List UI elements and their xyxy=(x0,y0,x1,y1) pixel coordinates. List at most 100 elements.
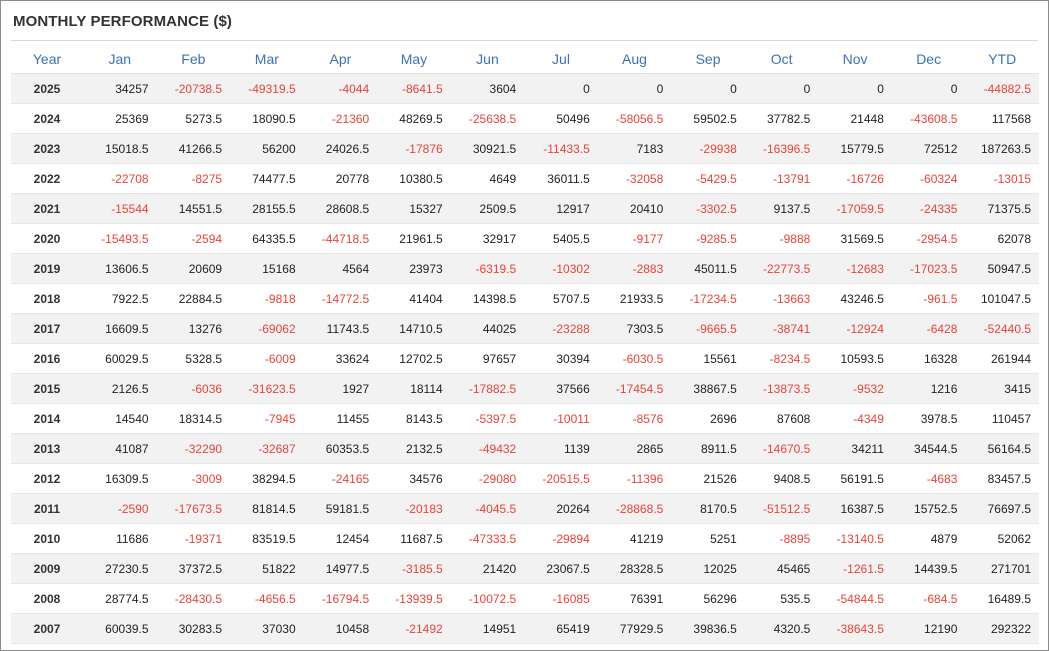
month-value-cell: 8143.5 xyxy=(377,403,451,434)
month-value-cell: 76391 xyxy=(597,583,672,614)
month-value-cell: 8911.5 xyxy=(671,433,745,464)
month-value-cell: -24165 xyxy=(303,463,378,494)
ytd-cell: 62078 xyxy=(965,223,1039,254)
month-value-cell: 60039.5 xyxy=(83,613,157,644)
month-value-cell: 37782.5 xyxy=(744,103,819,134)
column-header-ytd: YTD xyxy=(965,44,1039,74)
month-value-cell: 9408.5 xyxy=(744,463,819,494)
month-value-cell: -4349 xyxy=(818,403,892,434)
ytd-cell: -52440.5 xyxy=(965,313,1039,344)
year-cell: 2016 xyxy=(11,343,84,374)
month-value-cell: 34544.5 xyxy=(891,433,966,464)
month-value-cell: -9818 xyxy=(230,283,304,314)
month-value-cell: 32917 xyxy=(450,223,525,254)
month-value-cell: -16396.5 xyxy=(744,133,819,164)
month-value-cell: 59181.5 xyxy=(303,493,378,524)
ytd-cell: 50947.5 xyxy=(965,253,1039,284)
month-value-cell: 5405.5 xyxy=(524,223,598,254)
month-value-cell: -9177 xyxy=(597,223,672,254)
column-header-feb: Feb xyxy=(156,44,231,74)
year-cell: 2020 xyxy=(11,223,84,254)
month-value-cell: 51822 xyxy=(230,553,304,584)
year-cell: 2014 xyxy=(11,403,84,434)
month-value-cell: 87608 xyxy=(744,403,819,434)
month-value-cell: 28155.5 xyxy=(230,193,304,224)
month-value-cell: 14951 xyxy=(450,613,525,644)
table-row: 2012 16309.5 -3009 38294.5 -24165 34576 -29080… xyxy=(11,463,1039,494)
column-header-sep: Sep xyxy=(671,44,745,74)
year-cell: 2010 xyxy=(11,523,84,554)
ytd-cell: 16489.5 xyxy=(965,583,1039,614)
month-value-cell: 14977.5 xyxy=(303,553,378,584)
month-value-cell: 11687.5 xyxy=(377,523,451,554)
month-value-cell: -15493.5 xyxy=(83,223,157,254)
month-value-cell: 5328.5 xyxy=(156,343,231,374)
month-value-cell: -9888 xyxy=(744,223,819,254)
month-value-cell: -17876 xyxy=(377,133,451,164)
month-value-cell: 10380.5 xyxy=(377,163,451,194)
column-header-jun: Jun xyxy=(450,44,525,74)
month-value-cell: -20738.5 xyxy=(156,73,231,104)
month-value-cell: -12683 xyxy=(818,253,892,284)
column-header-dec: Dec xyxy=(891,44,966,74)
table-row: 2021 -15544 14551.5 28155.5 28608.5 15327 2509… xyxy=(11,193,1039,224)
month-value-cell: -23288 xyxy=(524,313,598,344)
month-value-cell: -8576 xyxy=(597,403,672,434)
month-value-cell: 34211 xyxy=(818,433,892,464)
month-value-cell: 18114 xyxy=(377,373,451,404)
month-value-cell: -4683 xyxy=(891,463,966,494)
month-value-cell: 0 xyxy=(818,73,892,104)
table-row: 2014 14540 18314.5 -7945 11455 8143.5 -5397.5-… xyxy=(11,403,1039,434)
month-value-cell: -38741 xyxy=(744,313,819,344)
month-value-cell: -31623.5 xyxy=(230,373,304,404)
month-value-cell: 15779.5 xyxy=(818,133,892,164)
ytd-cell: 271701 xyxy=(965,553,1039,584)
month-value-cell: 14398.5 xyxy=(450,283,525,314)
month-value-cell: 24026.5 xyxy=(303,133,378,164)
performance-panel: MONTHLY PERFORMANCE ($) Year Jan Feb Mar Apr… xyxy=(0,0,1049,651)
column-header-may: May xyxy=(377,44,451,74)
month-value-cell: -28430.5 xyxy=(156,583,231,614)
month-value-cell: 30921.5 xyxy=(450,133,525,164)
month-value-cell: -6036 xyxy=(156,373,231,404)
table-row: 2024 25369 5273.5 18090.5 -21360 48269.5 -2563… xyxy=(11,103,1039,134)
month-value-cell: -29080 xyxy=(450,463,525,494)
month-value-cell: 60353.5 xyxy=(303,433,378,464)
month-value-cell: 16328 xyxy=(891,343,966,374)
month-value-cell: 7303.5 xyxy=(597,313,672,344)
month-value-cell: -12924 xyxy=(818,313,892,344)
ytd-cell: 117568 xyxy=(965,103,1039,134)
year-cell: 2021 xyxy=(11,193,84,224)
month-value-cell: 21933.5 xyxy=(597,283,672,314)
month-value-cell: -28868.5 xyxy=(597,493,672,524)
month-value-cell: -17882.5 xyxy=(450,373,525,404)
month-value-cell: -9532 xyxy=(818,373,892,404)
month-value-cell: 0 xyxy=(524,73,598,104)
ytd-cell: 101047.5 xyxy=(965,283,1039,314)
month-value-cell: 535.5 xyxy=(744,583,819,614)
table-row: 2018 7922.5 22884.5 -9818 -14772.5 41404 14398… xyxy=(11,283,1039,314)
month-value-cell: -58056.5 xyxy=(597,103,672,134)
month-value-cell: 3604 xyxy=(450,73,525,104)
month-value-cell: 0 xyxy=(891,73,966,104)
month-value-cell: -51512.5 xyxy=(744,493,819,524)
month-value-cell: 83519.5 xyxy=(230,523,304,554)
month-value-cell: 50496 xyxy=(524,103,598,134)
ytd-cell: 52062 xyxy=(965,523,1039,554)
month-value-cell: 28608.5 xyxy=(303,193,378,224)
year-cell: 2019 xyxy=(11,253,84,284)
month-value-cell: 65419 xyxy=(524,613,598,644)
month-value-cell: 45011.5 xyxy=(671,253,745,284)
month-value-cell: -14670.5 xyxy=(744,433,819,464)
month-value-cell: -17059.5 xyxy=(818,193,892,224)
month-value-cell: 12025 xyxy=(671,553,745,584)
month-value-cell: -29894 xyxy=(524,523,598,554)
ytd-cell: 261944 xyxy=(965,343,1039,374)
month-value-cell: -13663 xyxy=(744,283,819,314)
month-value-cell: -9665.5 xyxy=(671,313,745,344)
ytd-cell: 83457.5 xyxy=(965,463,1039,494)
month-value-cell: -17454.5 xyxy=(597,373,672,404)
month-value-cell: 56200 xyxy=(230,133,304,164)
month-value-cell: 14439.5 xyxy=(891,553,966,584)
month-value-cell: -4045.5 xyxy=(450,493,525,524)
